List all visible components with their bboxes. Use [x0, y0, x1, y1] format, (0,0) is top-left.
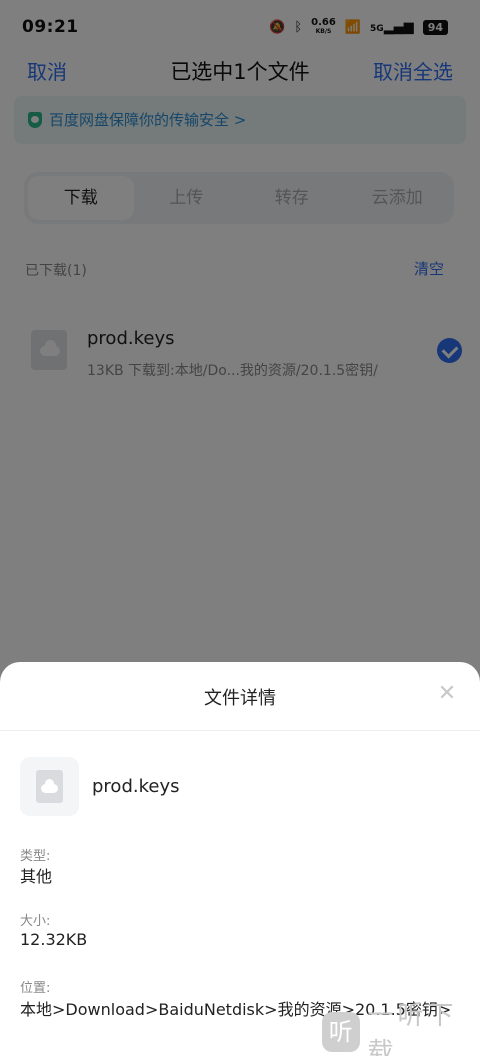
watermark-text: 一听下载	[367, 1001, 458, 1056]
type-value: 其他	[20, 867, 53, 886]
location-label: 位置:	[20, 981, 51, 996]
size-value: 12.32KB	[20, 930, 88, 949]
watermark-logo-icon: 听	[322, 1012, 360, 1052]
close-icon[interactable]: ✕	[436, 683, 458, 705]
detail-file-name: prod.keys	[92, 776, 180, 797]
sheet-title: 文件详情	[204, 688, 276, 709]
type-label: 类型:	[20, 849, 51, 864]
watermark: 听 一听下载	[322, 1001, 480, 1056]
cloud-icon	[41, 779, 58, 793]
document-icon	[36, 770, 63, 803]
file-icon	[20, 757, 79, 816]
size-label: 大小:	[20, 914, 51, 929]
divider	[0, 730, 480, 731]
